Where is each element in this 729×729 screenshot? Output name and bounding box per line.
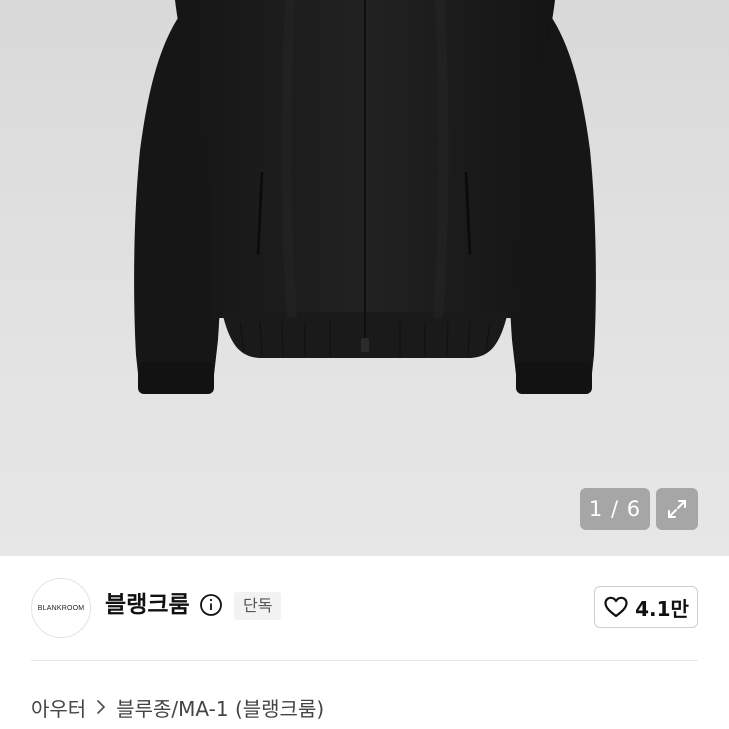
- breadcrumb-item-category[interactable]: 아우터: [31, 693, 86, 722]
- breadcrumb-item-subcategory[interactable]: 블루종/MA-1 (블랭크룸): [116, 693, 324, 722]
- brand-logo-text: BLANKROOM: [37, 604, 85, 612]
- product-detail-page: 1 / 6 BLANKROOM 블랭크룸 단독 4.1만 아우터 블루종/MA-…: [0, 0, 729, 729]
- exclusive-badge: 단독: [234, 592, 282, 620]
- expand-icon: [668, 500, 686, 518]
- product-image-gallery[interactable]: 1 / 6: [0, 0, 729, 556]
- brand-logo[interactable]: BLANKROOM: [31, 578, 91, 638]
- brand-row: BLANKROOM 블랭크룸 단독 4.1만: [0, 556, 729, 660]
- chevron-right-icon: [96, 699, 106, 715]
- section-divider: [31, 660, 698, 661]
- brand-name[interactable]: 블랭크룸: [105, 590, 190, 620]
- expand-image-button[interactable]: [656, 488, 698, 530]
- like-button[interactable]: 4.1만: [594, 586, 698, 628]
- breadcrumb: 아우터 블루종/MA-1 (블랭크룸): [31, 690, 324, 724]
- heart-outline-icon: [604, 596, 628, 618]
- info-icon[interactable]: [199, 593, 223, 617]
- like-count: 4.1만: [635, 596, 689, 621]
- image-counter: 1 / 6: [580, 488, 650, 530]
- product-image: [134, 0, 596, 394]
